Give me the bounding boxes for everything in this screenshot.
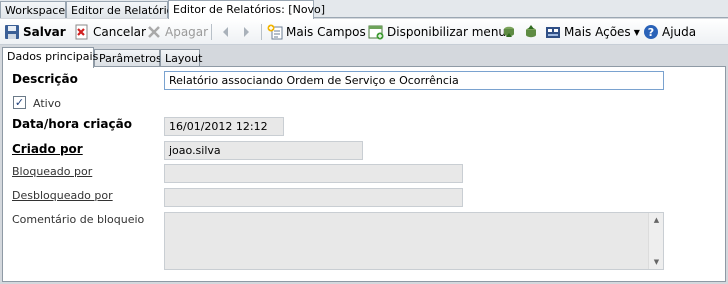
descricao-input[interactable]: Relatório associando Ordem de Serviço e … [164, 71, 664, 90]
more-actions-label: Mais Ações [564, 25, 631, 39]
more-fields-label: Mais Campos [286, 25, 366, 39]
delete-button[interactable]: Apagar [146, 22, 208, 42]
svg-text:?: ? [648, 26, 654, 39]
database-up-icon [523, 24, 539, 40]
data-criacao-field: 16/01/2012 12:12 [164, 117, 284, 136]
previous-button[interactable] [218, 22, 234, 42]
save-label: Salvar [23, 25, 66, 39]
tab-editor-relatorios[interactable]: Editor de Relatórios [66, 1, 179, 18]
help-label: Ajuda [662, 25, 697, 39]
tab-parametros[interactable]: Parâmetros [94, 49, 162, 67]
comentario-bloqueio-label: Comentário de bloqueio [12, 213, 145, 226]
bloqueado-por-link[interactable]: Bloqueado por [12, 165, 92, 178]
desbloqueado-por-link[interactable]: Desbloqueado por [12, 189, 113, 202]
criado-por-field: joao.silva [164, 141, 363, 160]
cancel-button[interactable]: Cancelar [74, 22, 146, 42]
floppy-disk-icon [4, 24, 20, 40]
actions-icon [545, 24, 561, 40]
comentario-bloqueio-textarea[interactable]: ▲ ▼ [164, 212, 664, 270]
toolbar-separator [211, 24, 212, 40]
tab-label: Parâmetros [99, 52, 162, 65]
cancel-document-icon [74, 24, 90, 40]
desbloqueado-por-field [164, 188, 463, 207]
bloqueado-por-field [164, 164, 463, 183]
import-button[interactable] [501, 22, 517, 42]
save-button[interactable]: Salvar [4, 22, 66, 42]
help-button[interactable]: ? Ajuda [643, 22, 696, 42]
toolbar-separator [261, 24, 262, 40]
export-button[interactable] [523, 22, 539, 42]
arrow-left-icon [218, 24, 234, 40]
more-actions-button[interactable]: Mais Ações ▼ [545, 22, 640, 42]
document-tab-bar: Workspace Editor de Relatórios Editor de… [0, 0, 728, 19]
database-down-icon [501, 24, 517, 40]
publish-menu-button[interactable]: Disponibilizar menu [368, 22, 506, 42]
cancel-label: Cancelar [93, 25, 146, 39]
ativo-checkbox[interactable]: ✓ [13, 96, 26, 109]
more-fields-button[interactable]: Mais Campos [267, 22, 366, 42]
delete-label: Apagar [165, 25, 209, 39]
add-fields-icon [267, 24, 283, 40]
tab-label: Layout [165, 52, 203, 65]
publish-menu-icon [368, 24, 384, 40]
tab-label: Editor de Relatórios: [Novo] [173, 3, 326, 16]
tab-label: Editor de Relatórios [71, 4, 180, 17]
form-panel: Descrição Relatório associando Ordem de … [2, 66, 726, 282]
descricao-label: Descrição [12, 72, 78, 86]
tab-editor-relatorios-novo[interactable]: Editor de Relatórios: [Novo] [168, 0, 325, 19]
data-criacao-label: Data/hora criação [12, 117, 132, 131]
next-button[interactable] [238, 22, 254, 42]
scroll-up-icon[interactable]: ▲ [649, 213, 664, 227]
chevron-down-icon: ▼ [633, 27, 640, 37]
tab-workspace[interactable]: Workspace [0, 1, 66, 18]
toolbar: Salvar Cancelar Apagar Mais Campos Dispo [0, 19, 728, 45]
tab-dados-principais[interactable]: Dados principais [2, 47, 98, 68]
tab-label: Workspace [5, 4, 66, 17]
publish-menu-label: Disponibilizar menu [387, 25, 507, 39]
tab-label: Dados principais [7, 50, 99, 63]
delete-x-icon [146, 24, 162, 40]
tab-layout[interactable]: Layout [160, 49, 203, 67]
form-tab-bar: Dados principais Parâmetros Layout [0, 45, 728, 68]
arrow-right-icon [238, 24, 254, 40]
vertical-scrollbar[interactable]: ▲ ▼ [648, 213, 663, 269]
ativo-label: Ativo [33, 97, 61, 110]
scroll-down-icon[interactable]: ▼ [649, 255, 664, 269]
criado-por-label[interactable]: Criado por [12, 142, 83, 156]
help-icon: ? [643, 24, 659, 40]
